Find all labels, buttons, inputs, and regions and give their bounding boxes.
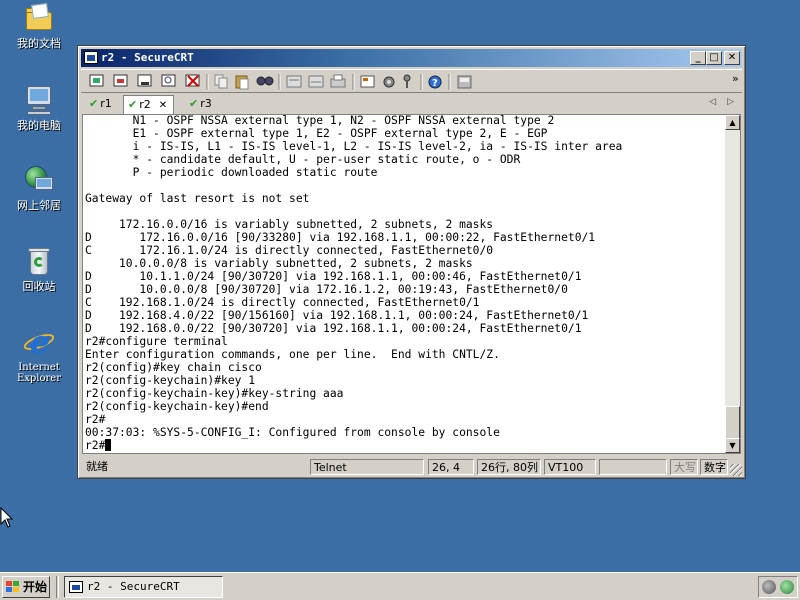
scroll-up-arrow-icon[interactable]: ▲ [725,115,740,130]
window-title: r2 - SecureCRT [101,51,194,64]
connected-check-icon: ✔ [128,98,138,111]
taskbar-button-securecrt[interactable]: r2 - SecureCRT [64,576,223,598]
tab-r3[interactable]: ✔ r3 [185,95,218,114]
folder-documents-icon [23,2,55,34]
desktop-icon-label: 我的文档 [17,37,61,50]
internet-explorer-icon: e [21,326,57,358]
reconnect-icon[interactable] [161,74,176,87]
svg-text:?: ? [432,78,438,89]
print-selection-icon[interactable] [308,75,324,88]
network-globe-icon [23,164,55,196]
desktop-icon-label: Internet Explorer [16,362,62,384]
tab-scroll-right-icon[interactable]: ▷ [727,97,734,107]
paste-icon[interactable] [235,75,249,90]
global-options-icon[interactable] [383,76,395,88]
title-bar[interactable]: r2 - SecureCRT _ □ ✕ [81,49,742,67]
tile-windows-icon[interactable] [457,75,472,89]
text-cursor [105,439,112,451]
tab-scroll-left-icon[interactable]: ◁ [709,97,716,107]
toolbar: ? » [81,69,742,93]
computer-icon [23,84,55,116]
resize-grip-icon[interactable] [730,464,742,476]
tab-close-icon[interactable]: ✕ [159,100,167,111]
print-icon[interactable] [330,74,346,88]
recycle-bin-icon [23,245,55,277]
status-empty [599,459,667,475]
scrollbar-thumb[interactable] [725,406,740,440]
status-bar: 就绪 Telnet 26, 4 26行, 80列 VT100 大写 数字 [81,458,742,476]
mouse-pointer-icon [0,506,14,529]
status-cursor-position: 26, 4 [428,459,474,475]
connect-icon[interactable] [89,74,104,87]
terminal-prompt: r2# [85,439,106,452]
terminal-output[interactable]: N1 - OSPF NSSA external type 1, N2 - OSP… [82,114,725,454]
start-label: 开始 [23,580,48,594]
toolbar-icons: ? [89,74,472,90]
desktop-icon-network-places[interactable]: 网上邻居 [4,164,74,212]
desktop-icon-label: 回收站 [22,280,56,293]
taskbar: 开始 r2 - SecureCRT [0,572,800,600]
system-tray [758,576,798,598]
print-screen-icon[interactable] [286,75,302,88]
tab-r1[interactable]: ✔ r1 [85,95,118,114]
desktop-icon-my-computer[interactable]: 我的电脑 [4,84,74,132]
session-tabs: ✔ r1 ✔ r2 ✕ ✔ r3 ◁ ▷ [81,94,742,114]
desktop-icon-label: 我的电脑 [17,119,61,132]
connected-check-icon: ✔ [189,97,199,110]
tab-label: r1 [100,97,112,110]
quick-connect-icon[interactable] [113,74,128,87]
securecrt-window[interactable]: r2 - SecureCRT _ □ ✕ ? » ✔ r1 ✔ r2 ✕ ✔ r… [77,45,746,479]
network-status-icon[interactable] [780,580,794,594]
status-protocol: Telnet [310,459,424,475]
desktop-icon-label: 网上邻居 [17,199,61,212]
connect-in-tab-icon[interactable] [137,74,152,87]
securecrt-app-icon[interactable] [84,51,98,64]
taskbar-button-label: r2 - SecureCRT [87,580,180,593]
status-caps-lock: 大写 [670,459,698,475]
desktop-icon-recycle-bin[interactable]: 回收站 [4,245,74,293]
tab-r2[interactable]: ✔ r2 ✕ [123,95,175,114]
terminal-text: N1 - OSPF NSSA external type 1, N2 - OSP… [85,114,623,439]
taskbar-separator [56,576,59,598]
status-num-lock: 数字 [700,459,728,475]
vertical-scrollbar[interactable]: ▲ ▼ [725,114,741,454]
help-icon[interactable]: ? [428,75,442,89]
start-button[interactable]: 开始 [2,576,50,598]
connected-check-icon: ✔ [89,97,99,110]
desktop-icon-internet-explorer[interactable]: e Internet Explorer [4,326,74,384]
toolbar-overflow-chevron-icon[interactable]: » [732,73,740,86]
status-emulation: VT100 [544,459,596,475]
status-ready: 就绪 [86,460,108,473]
copy-icon[interactable] [214,74,228,89]
minimize-button[interactable]: _ [690,51,706,65]
securecrt-app-icon [69,581,83,593]
disconnect-icon[interactable] [185,74,200,87]
close-button[interactable]: ✕ [724,51,740,65]
scroll-down-arrow-icon[interactable]: ▼ [725,438,740,453]
volume-icon[interactable] [762,580,776,594]
tab-label: r3 [200,97,212,110]
desktop-icon-my-documents[interactable]: 我的文档 [4,2,74,50]
tab-label: r2 [139,98,151,111]
windows-flag-icon [6,581,20,593]
maximize-button[interactable]: □ [706,51,722,65]
key-icon[interactable] [403,74,411,88]
session-options-icon[interactable] [360,75,375,88]
status-rows-cols: 26行, 80列 [477,459,541,475]
find-icon[interactable] [256,76,274,86]
